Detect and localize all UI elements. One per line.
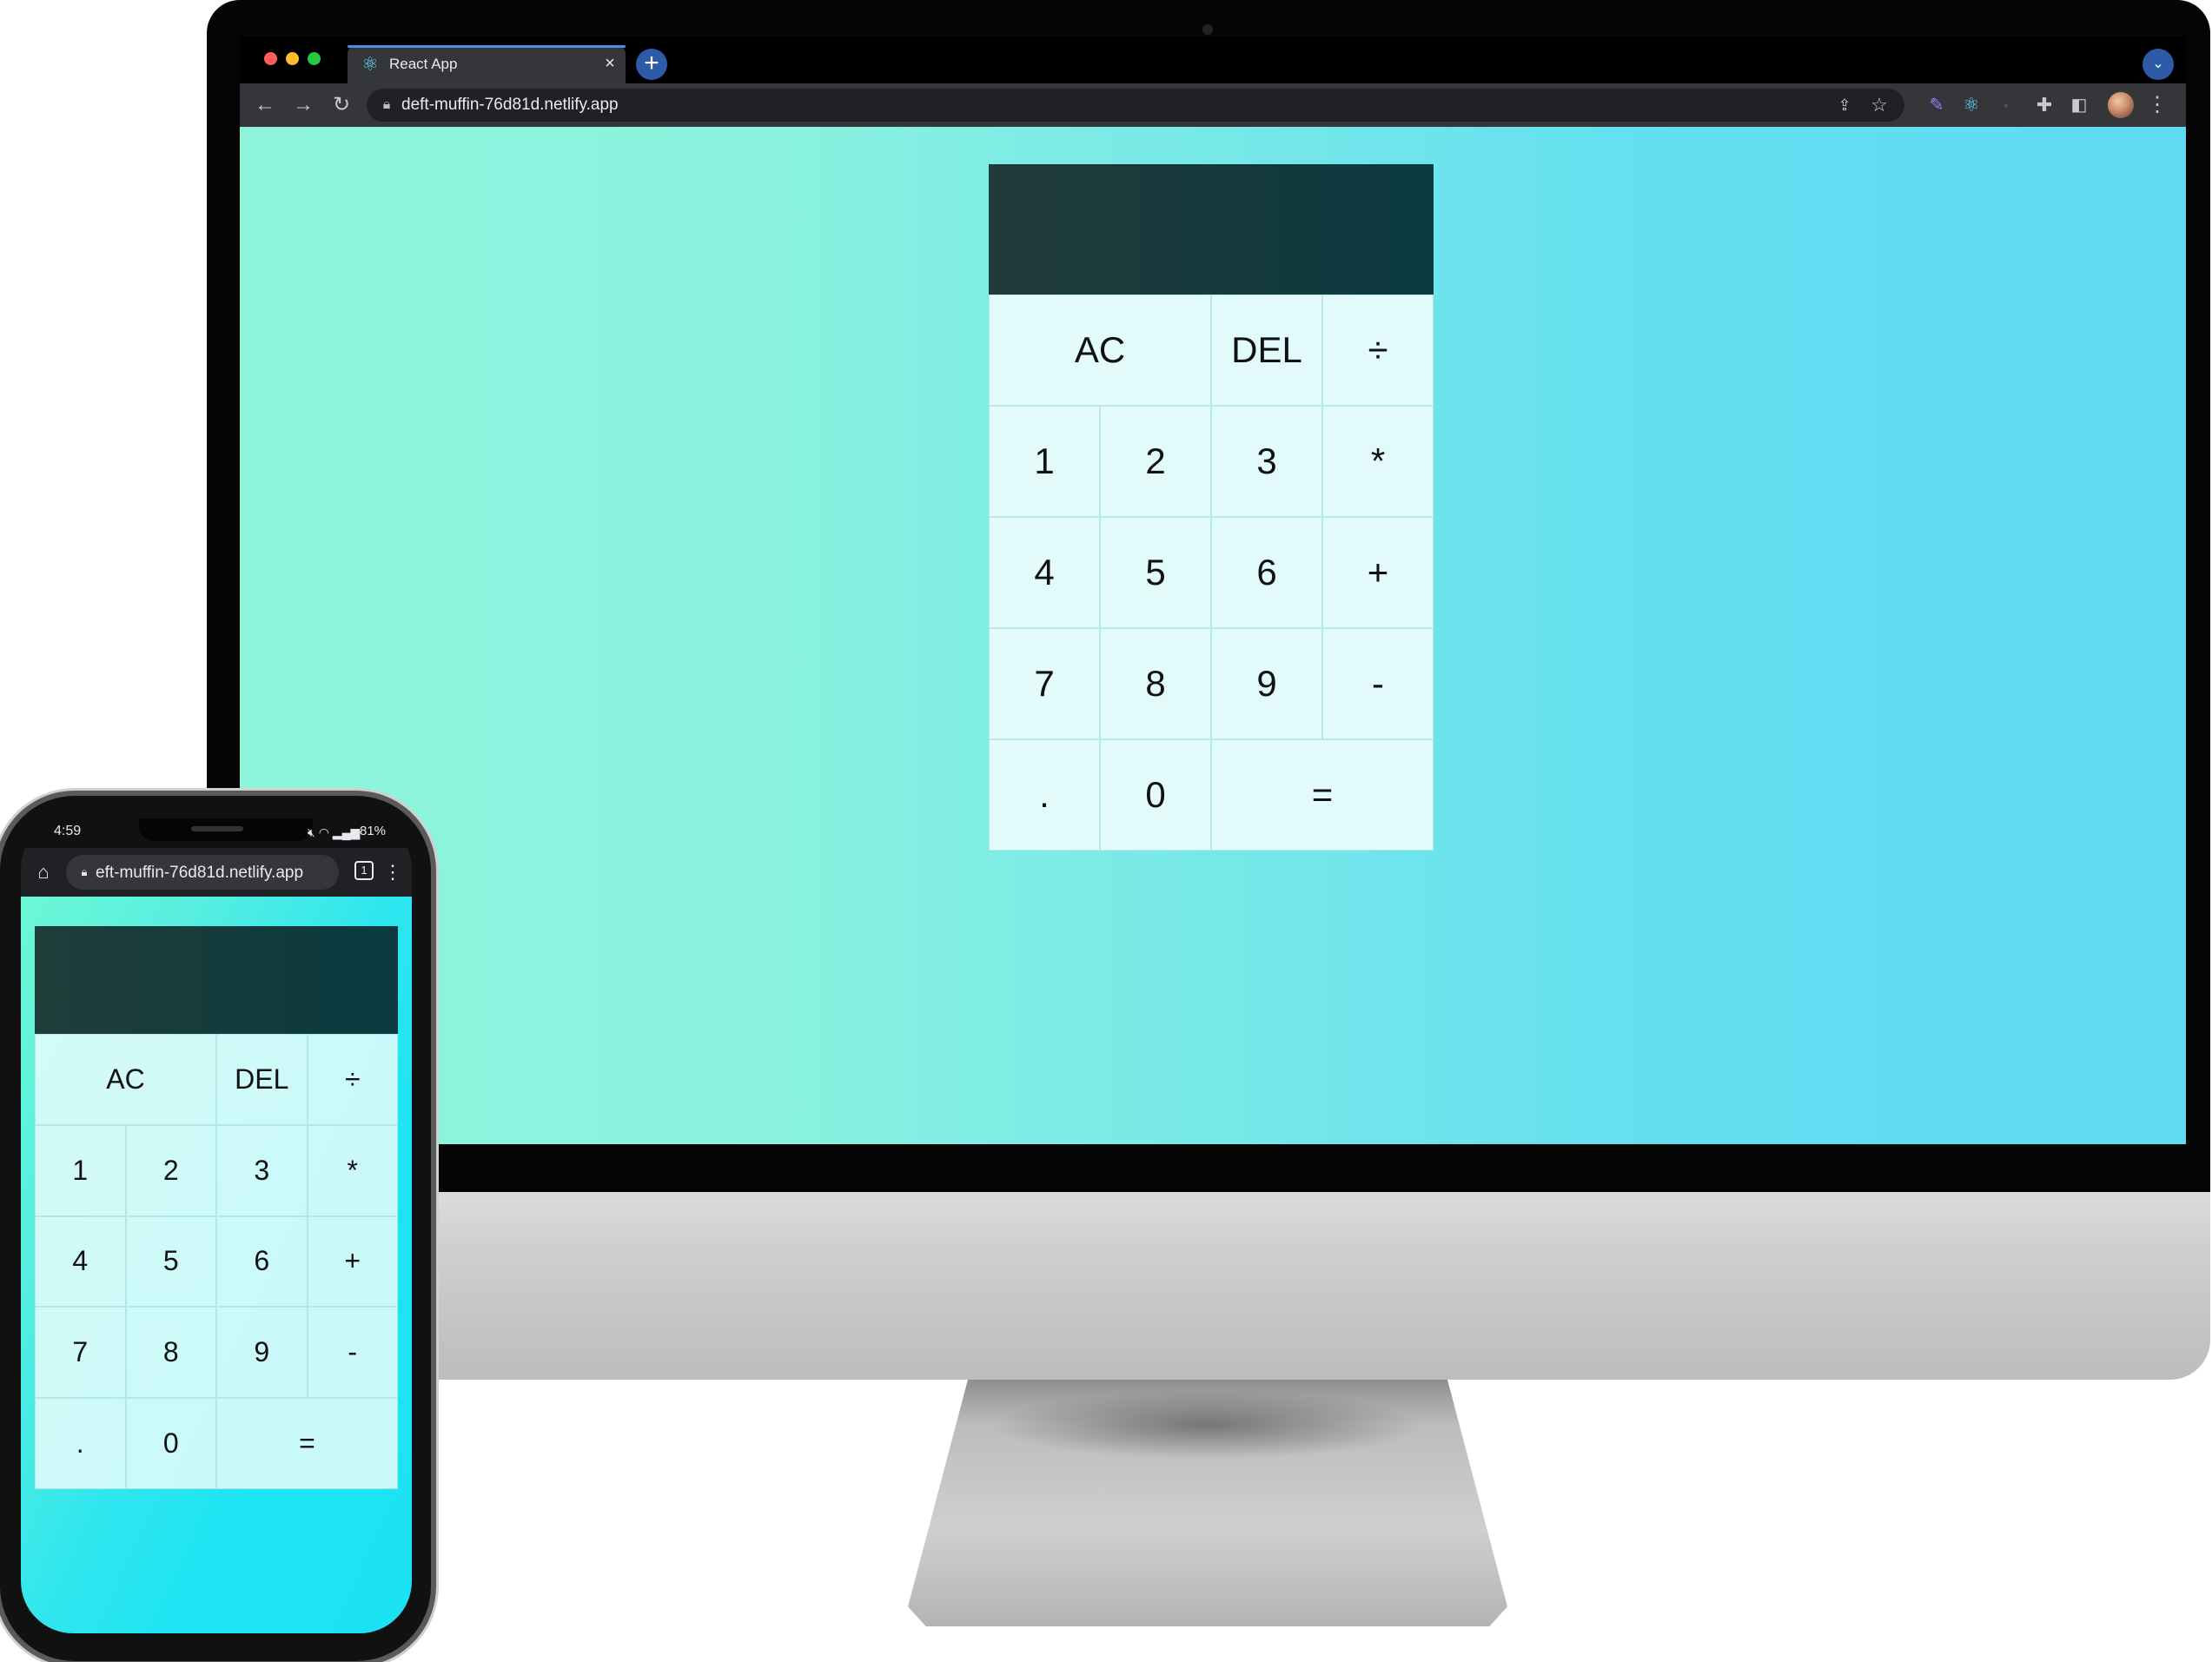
- extensions-puzzle-icon[interactable]: ✚: [2030, 90, 2059, 120]
- digit-7-button[interactable]: 7: [35, 1307, 126, 1399]
- phone-notch: [139, 818, 313, 841]
- digit-1-button[interactable]: 1: [989, 406, 1100, 517]
- extension-pencil-icon[interactable]: ✎: [1922, 90, 1951, 120]
- digit-6-button[interactable]: 6: [1211, 517, 1322, 628]
- digit-2-button[interactable]: 2: [1100, 406, 1211, 517]
- digit-3-button[interactable]: 3: [216, 1124, 308, 1216]
- url-text[interactable]: deft-muffin-76d81d.netlify.app: [401, 96, 619, 115]
- lock-icon[interactable]: 🔒︎: [76, 863, 92, 882]
- digit-0-button[interactable]: 0: [1100, 739, 1211, 851]
- digit-0-button[interactable]: 0: [125, 1398, 216, 1489]
- tab-switcher-button[interactable]: 1: [354, 861, 374, 880]
- subtract-button[interactable]: -: [307, 1307, 398, 1399]
- phone-menu-icon[interactable]: ⋮: [382, 858, 403, 886]
- browser-toolbar: ← → ↻ 🔒︎ deft-muffin-76d81d.netlify.app …: [240, 83, 2186, 127]
- maximize-window-button[interactable]: [308, 52, 321, 65]
- calculator-keypad: AC DEL ÷ 1 2 3 * 4 5 6 + 7 8 9 - . 0 =: [989, 295, 1434, 851]
- digit-4-button[interactable]: 4: [989, 517, 1100, 628]
- clear-button[interactable]: AC: [989, 295, 1211, 406]
- digit-5-button[interactable]: 5: [125, 1215, 216, 1308]
- status-battery: 81%: [360, 824, 387, 838]
- calculator: AC DEL ÷ 1 2 3 * 4 5 6 + 7 8 9 - . 0 =: [989, 164, 1434, 851]
- side-panel-icon[interactable]: ◧: [2064, 90, 2094, 120]
- lock-icon[interactable]: 🔒︎: [377, 95, 396, 116]
- digit-9-button[interactable]: 9: [1211, 628, 1322, 739]
- calculator-display: [989, 164, 1434, 295]
- imac-camera: [1202, 24, 1213, 35]
- digit-4-button[interactable]: 4: [35, 1215, 126, 1308]
- phone-screen: 4:59 🔇︎ ◠ ▂▄▆ 81% ⌂ 🔒︎ eft-muffin-76d81d…: [21, 817, 412, 1633]
- digit-8-button[interactable]: 8: [125, 1307, 216, 1399]
- divide-button[interactable]: ÷: [307, 1034, 398, 1125]
- digit-7-button[interactable]: 7: [989, 628, 1100, 739]
- digit-3-button[interactable]: 3: [1211, 406, 1322, 517]
- divide-button[interactable]: ÷: [1322, 295, 1434, 406]
- new-tab-button[interactable]: +: [636, 49, 667, 80]
- add-button[interactable]: +: [307, 1215, 398, 1308]
- calculator-mobile: AC DEL ÷ 1 2 3 * 4 5 6 + 7 8 9 - . 0 =: [35, 926, 398, 1489]
- status-signal-icons: 🔇︎ ◠ ▂▄▆: [308, 825, 361, 839]
- digit-9-button[interactable]: 9: [216, 1307, 308, 1399]
- browser-menu-icon[interactable]: ⋮: [2142, 90, 2172, 120]
- equals-button[interactable]: =: [1211, 739, 1434, 851]
- bookmark-star-icon[interactable]: ☆: [1866, 92, 1892, 118]
- multiply-button[interactable]: *: [1322, 406, 1434, 517]
- clear-button[interactable]: AC: [35, 1034, 216, 1125]
- close-window-button[interactable]: [264, 52, 277, 65]
- multiply-button[interactable]: *: [307, 1124, 398, 1216]
- browser-window: ⚛ React App × + ⌄ ← → ↻ 🔒︎ deft-muffin-7…: [240, 36, 2186, 1144]
- back-icon[interactable]: ←: [250, 90, 280, 120]
- delete-button[interactable]: DEL: [216, 1034, 308, 1125]
- imac-chin: [207, 1192, 2210, 1380]
- phone-url-text[interactable]: eft-muffin-76d81d.netlify.app: [96, 864, 303, 883]
- tab-active-indicator: [348, 45, 626, 48]
- imac-stand-shadow: [990, 1390, 1425, 1460]
- page-viewport: AC DEL ÷ 1 2 3 * 4 5 6 + 7 8 9 - . 0 =: [240, 127, 2186, 1144]
- phone-status-bar: 4:59 🔇︎ ◠ ▂▄▆ 81%: [21, 817, 412, 848]
- home-icon[interactable]: ⌂: [30, 858, 57, 886]
- calculator-display: [35, 926, 398, 1034]
- address-bar[interactable]: 🔒︎ deft-muffin-76d81d.netlify.app ⇪ ☆: [367, 89, 1904, 122]
- phone-browser-toolbar: ⌂ 🔒︎ eft-muffin-76d81d.netlify.app 1 ⋮: [21, 848, 412, 897]
- tab-strip: ⚛ React App × + ⌄: [240, 36, 2186, 83]
- share-icon[interactable]: ⇪: [1831, 92, 1858, 118]
- add-button[interactable]: +: [1322, 517, 1434, 628]
- calculator-keypad: AC DEL ÷ 1 2 3 * 4 5 6 + 7 8 9 - . 0 =: [35, 1034, 398, 1489]
- minimize-window-button[interactable]: [286, 52, 299, 65]
- decimal-button[interactable]: .: [35, 1398, 126, 1489]
- digit-8-button[interactable]: 8: [1100, 628, 1211, 739]
- react-icon: ⚛: [361, 53, 379, 75]
- digit-6-button[interactable]: 6: [216, 1215, 308, 1308]
- phone-speaker: [191, 826, 243, 831]
- phone-address-bar[interactable]: 🔒︎ eft-muffin-76d81d.netlify.app: [66, 855, 339, 890]
- phone-page-viewport: AC DEL ÷ 1 2 3 * 4 5 6 + 7 8 9 - . 0 =: [21, 897, 412, 1633]
- digit-5-button[interactable]: 5: [1100, 517, 1211, 628]
- extension-icon[interactable]: ▪: [1991, 90, 2021, 120]
- equals-button[interactable]: =: [216, 1398, 398, 1489]
- delete-button[interactable]: DEL: [1211, 295, 1322, 406]
- forward-icon[interactable]: →: [288, 90, 318, 120]
- tab-search-button[interactable]: ⌄: [2142, 49, 2174, 80]
- tab-title: React App: [389, 56, 458, 72]
- react-devtools-icon[interactable]: ⚛: [1957, 90, 1986, 120]
- decimal-button[interactable]: .: [989, 739, 1100, 851]
- subtract-button[interactable]: -: [1322, 628, 1434, 739]
- digit-2-button[interactable]: 2: [125, 1124, 216, 1216]
- tab-react-app[interactable]: ⚛ React App ×: [348, 45, 626, 83]
- status-time: 4:59: [54, 824, 82, 838]
- digit-1-button[interactable]: 1: [35, 1124, 126, 1216]
- reload-icon[interactable]: ↻: [327, 90, 356, 120]
- tab-close-icon[interactable]: ×: [599, 53, 620, 74]
- profile-avatar[interactable]: [2108, 92, 2134, 118]
